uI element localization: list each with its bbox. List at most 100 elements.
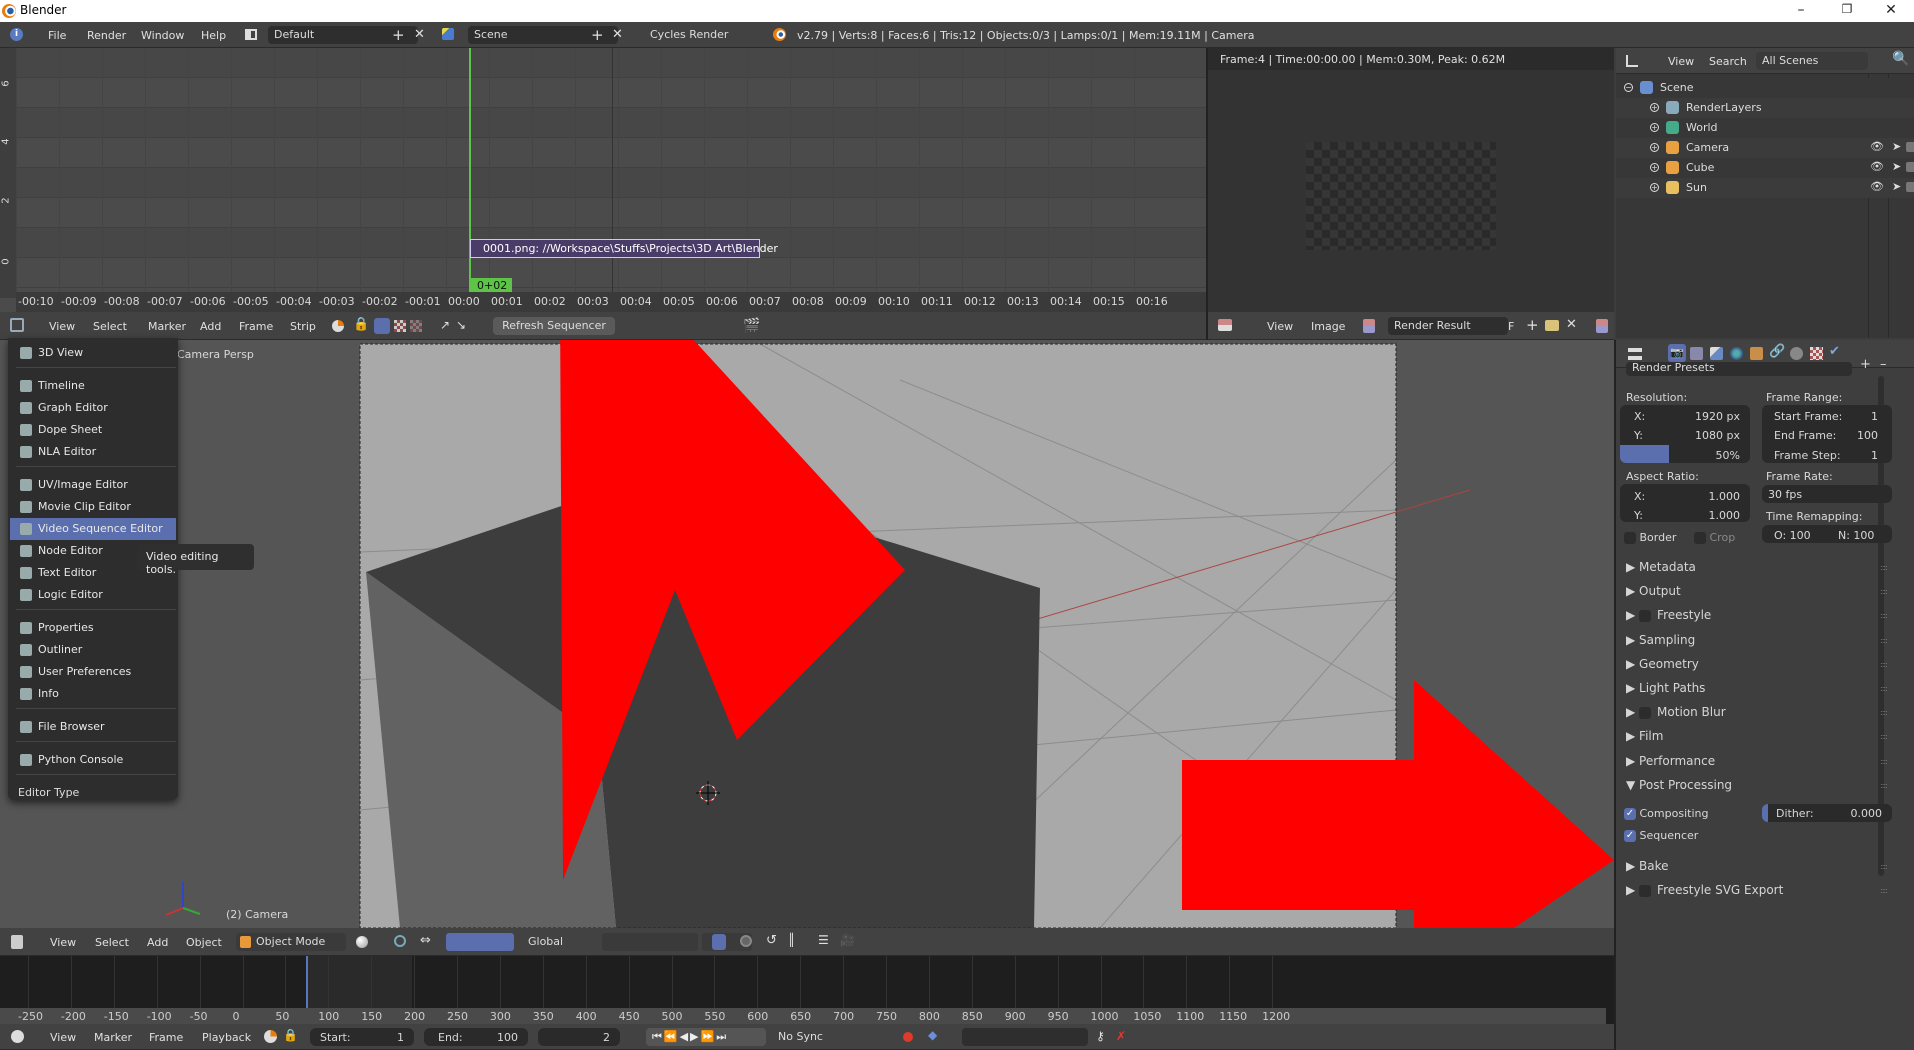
visibility-eye-icon[interactable]: 👁: [1870, 180, 1884, 193]
layers-grid[interactable]: [602, 933, 698, 951]
area-divider[interactable]: [1206, 48, 1208, 340]
image-menu-image[interactable]: Image: [1311, 320, 1345, 333]
proportional-edit-icon[interactable]: [740, 935, 752, 947]
panel-output[interactable]: ▶ Output: [1626, 584, 1681, 598]
scene-tab-icon[interactable]: [1710, 347, 1723, 360]
outliner-item-cube[interactable]: + Cube 👁 ➤: [1616, 158, 1914, 178]
seq-menu-select[interactable]: Select: [93, 320, 127, 333]
snap-element-icon[interactable]: ║: [788, 933, 795, 947]
editor-type-button[interactable]: [10, 318, 24, 332]
open-image-icon[interactable]: [1545, 320, 1559, 331]
sequencer-channel[interactable]: [16, 198, 1206, 228]
menu-item-nla-editor[interactable]: NLA Editor: [10, 441, 176, 463]
menu-item-dope-sheet[interactable]: Dope Sheet: [10, 419, 176, 441]
time-remap-new-field[interactable]: N: 100: [1838, 529, 1874, 542]
panel-drag-handle[interactable]: ::::: [1880, 886, 1888, 895]
menu-item-video-sequence-editor[interactable]: Video Sequence Editor: [10, 518, 176, 540]
expand-icon[interactable]: +: [1650, 163, 1659, 172]
selectable-arrow-icon[interactable]: ➤: [1892, 180, 1901, 193]
panel-drag-handle[interactable]: ::::: [1880, 611, 1888, 620]
menu-item-timeline[interactable]: Timeline: [10, 375, 176, 397]
seq-menu-strip[interactable]: Strip: [290, 320, 316, 333]
close-button[interactable]: ✕: [1876, 2, 1906, 18]
sequencer-channel[interactable]: [16, 138, 1206, 168]
object-tab-icon[interactable]: [1750, 347, 1763, 360]
texture-tab-icon[interactable]: [1810, 347, 1823, 360]
active-keying-set-field[interactable]: [962, 1028, 1088, 1046]
panel-drag-handle[interactable]: ::::: [1880, 684, 1888, 693]
sequencer-channel[interactable]: [16, 108, 1206, 138]
selectable-arrow-icon[interactable]: ➤: [1892, 140, 1901, 153]
renderable-camera-icon[interactable]: [1906, 182, 1914, 192]
unlink-image-button[interactable]: ✕: [1566, 317, 1577, 332]
panel-drag-handle[interactable]: ::::: [1880, 660, 1888, 669]
start-frame-field[interactable]: 1: [1850, 410, 1878, 423]
outliner-item-scene[interactable]: − Scene: [1616, 78, 1914, 98]
compositing-checkbox[interactable]: ✓ Compositing: [1624, 807, 1708, 820]
properties-type-icon[interactable]: [1628, 348, 1642, 360]
fake-user-button[interactable]: F: [1508, 320, 1514, 333]
menu-item-user-preferences[interactable]: User Preferences: [10, 661, 176, 683]
render-engine-dropdown[interactable]: Cycles Render: [644, 26, 756, 44]
browse-image-icon[interactable]: [1363, 319, 1375, 333]
end-frame-field[interactable]: 100: [1850, 429, 1878, 442]
sequencer-channel[interactable]: [16, 258, 1206, 288]
image-strip[interactable]: 0001.png: //Workspace\Stuffs\Projects\3D…: [470, 239, 778, 258]
seq-menu-view[interactable]: View: [49, 320, 75, 333]
refresh-sequencer-button[interactable]: Refresh Sequencer: [493, 317, 615, 335]
sequencer-checkbox[interactable]: ✓ Sequencer: [1624, 829, 1698, 842]
3d-viewport[interactable]: Camera Persp (2) Camera: [0, 340, 1614, 928]
3d-menu-select[interactable]: Select: [95, 936, 129, 949]
sequencer-channel[interactable]: [16, 168, 1206, 198]
sync-dropdown[interactable]: No Sync: [772, 1028, 882, 1046]
add-scene-button[interactable]: +: [591, 26, 604, 44]
panel-metadata[interactable]: ▶ Metadata: [1626, 560, 1696, 574]
expand-icon[interactable]: +: [1650, 183, 1659, 192]
sequencer-editor[interactable]: 0001.png: //Workspace\Stuffs\Projects\3D…: [0, 48, 1206, 312]
crop-checkbox[interactable]: Crop: [1694, 531, 1735, 544]
frame-step-field[interactable]: 1: [1850, 449, 1878, 462]
restore-button[interactable]: ❐: [1832, 2, 1862, 16]
outliner-menu-view[interactable]: View: [1668, 55, 1694, 68]
frame-rate-dropdown[interactable]: 30 fps: [1762, 485, 1892, 503]
menu-item-3d-view[interactable]: 3D View: [10, 342, 176, 364]
menu-file[interactable]: File: [48, 29, 66, 42]
info-editor-icon[interactable]: i: [10, 28, 23, 41]
expand-icon[interactable]: +: [1650, 103, 1659, 112]
menu-item-info[interactable]: Info: [10, 683, 176, 705]
image-menu-view[interactable]: View: [1267, 320, 1293, 333]
seq-menu-marker[interactable]: Marker: [148, 320, 186, 333]
minimize-button[interactable]: –: [1786, 2, 1816, 18]
panel-drag-handle[interactable]: ::::: [1880, 587, 1888, 596]
panel-drag-handle[interactable]: ::::: [1880, 732, 1888, 741]
search-icon[interactable]: 🔍: [1892, 51, 1909, 67]
outliner-item-world[interactable]: + World: [1616, 118, 1914, 138]
playback-controls[interactable]: ⏮⏪◀▶⏩⏭: [646, 1028, 766, 1046]
outliner-item-renderlayers[interactable]: + RenderLayers: [1616, 98, 1914, 118]
3d-view-type-icon[interactable]: [11, 935, 23, 949]
expand-icon[interactable]: +: [1650, 123, 1659, 132]
area-divider[interactable]: [1614, 340, 1616, 1050]
sequencer-channel[interactable]: [16, 78, 1206, 108]
menu-help[interactable]: Help: [201, 29, 226, 42]
timeline-playhead[interactable]: [306, 956, 308, 1008]
visibility-eye-icon[interactable]: 👁: [1870, 160, 1884, 173]
panel-drag-handle[interactable]: ::::: [1880, 708, 1888, 717]
orientation-dropdown[interactable]: Global: [522, 933, 592, 951]
menu-item-file-browser[interactable]: File Browser: [10, 716, 176, 738]
selectable-arrow-icon[interactable]: ➤: [1892, 160, 1901, 173]
render-layers-tab-icon[interactable]: [1690, 347, 1703, 360]
transform-manipulators[interactable]: [446, 933, 514, 951]
3d-menu-object[interactable]: Object: [186, 936, 222, 949]
view-both-icon[interactable]: [410, 320, 422, 332]
add-preset-button[interactable]: +: [1860, 357, 1871, 372]
image-name-field[interactable]: Render Result: [1388, 317, 1508, 335]
lock-camera-icon[interactable]: [712, 934, 726, 950]
paste-strips-icon[interactable]: ↘: [456, 318, 466, 332]
copy-strips-icon[interactable]: ↗: [440, 318, 450, 332]
render-presets-dropdown[interactable]: Render Presets: [1626, 362, 1852, 376]
timeline-type-icon[interactable]: [11, 1030, 24, 1043]
display-mode-dropdown[interactable]: All Scenes: [1756, 52, 1868, 70]
image-slot-icon[interactable]: [1596, 319, 1608, 333]
aspect-x-field[interactable]: 1.000: [1692, 490, 1741, 503]
